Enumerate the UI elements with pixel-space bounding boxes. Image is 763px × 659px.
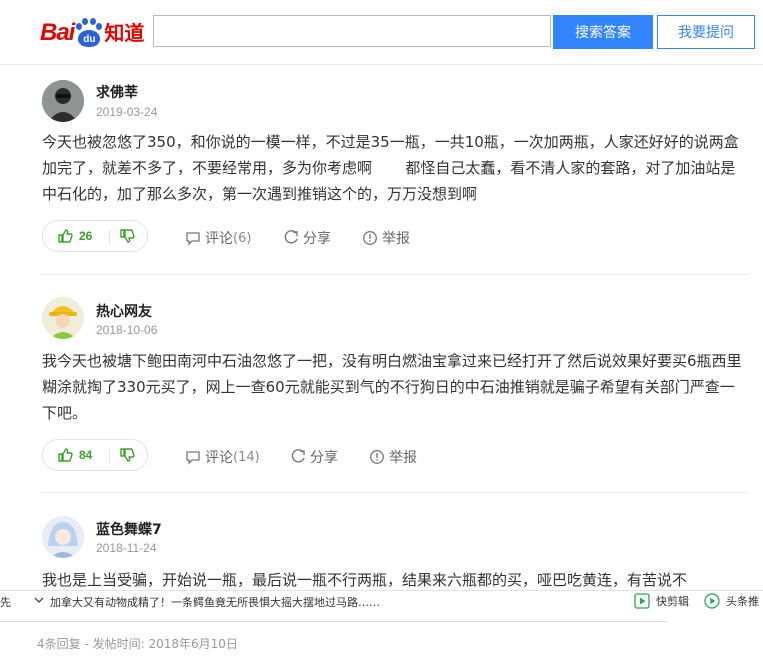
quick-edit-label: 快剪辑 bbox=[656, 595, 689, 608]
search-input[interactable] bbox=[153, 15, 551, 47]
logo-text-du: du bbox=[78, 30, 101, 47]
report-label: 举报 bbox=[382, 231, 410, 247]
comment-button[interactable]: 评论 (6) bbox=[185, 228, 251, 248]
answer-item: 蓝色舞蝶7 2018-11-24 我也是上当受骗，开始说一瓶，最后说一瓶不行两瓶… bbox=[42, 516, 748, 590]
answer-date: 2018-11-24 bbox=[96, 541, 157, 555]
username[interactable]: 蓝色舞蝶7 bbox=[96, 519, 162, 539]
thumb-up-icon bbox=[58, 229, 73, 243]
comment-count: (14) bbox=[233, 449, 260, 465]
like-button[interactable]: 84 bbox=[57, 447, 92, 463]
video-play-icon bbox=[634, 593, 650, 609]
dislike-button[interactable] bbox=[119, 447, 135, 467]
vote-box: 84 bbox=[42, 439, 148, 471]
comment-label: 评论 bbox=[205, 231, 233, 247]
thumb-up-icon bbox=[58, 448, 73, 462]
report-button[interactable]: 举报 bbox=[362, 228, 410, 248]
username[interactable]: 热心网友 bbox=[96, 301, 152, 321]
answer-item: 热心网友 2018-10-06 我今天也被塘下鲍田南河中石油忽悠了一把，没有明白… bbox=[42, 297, 748, 493]
paw-icon: du bbox=[75, 18, 103, 48]
like-button[interactable]: 26 bbox=[57, 228, 92, 244]
thumb-down-icon bbox=[120, 229, 135, 243]
comment-icon bbox=[186, 232, 200, 246]
quick-edit-button[interactable]: 快剪辑 bbox=[634, 593, 689, 609]
share-label: 分享 bbox=[303, 231, 331, 247]
logo-text-zhidao: 知道 bbox=[104, 21, 145, 45]
divider bbox=[42, 274, 748, 275]
answer-item: 求佛莘 2019-03-24 今天也被忽悠了350，和你说的一模一样，不过是35… bbox=[42, 78, 748, 275]
ask-question-button[interactable]: 我要提问 bbox=[657, 15, 755, 49]
comment-count: (6) bbox=[233, 230, 252, 246]
search-answer-button[interactable]: 搜索答案 bbox=[553, 15, 653, 49]
answer-content: 今天也被忽悠了350，和你说的一模一样，不过是35一瓶，一共10瓶，一次加两瓶，… bbox=[42, 133, 739, 203]
report-label: 举报 bbox=[389, 450, 417, 466]
report-button[interactable]: 举报 bbox=[369, 447, 417, 467]
answer-date: 2018-10-06 bbox=[96, 323, 158, 337]
news-ticker: 先 加拿大又有动物成精了！一条鳄鱼竟无所畏惧大摇大摆地过马路…… 快剪辑 头条推 bbox=[0, 590, 763, 611]
ticker-left-fragment: 先 bbox=[0, 596, 11, 609]
share-button[interactable]: 分享 bbox=[290, 447, 338, 467]
vote-box: 26 bbox=[42, 220, 148, 252]
comment-button[interactable]: 评论 (14) bbox=[185, 447, 260, 467]
toutiao-label: 头条推 bbox=[726, 595, 759, 608]
share-button[interactable]: 分享 bbox=[283, 228, 331, 248]
toutiao-button[interactable]: 头条推 bbox=[704, 593, 759, 609]
logo-text-bai: Bai bbox=[40, 19, 75, 46]
dislike-button[interactable] bbox=[119, 228, 135, 248]
comment-icon bbox=[186, 451, 200, 465]
report-icon bbox=[363, 231, 377, 245]
top-header: Bai du 知道 搜索答案 我要提问 bbox=[0, 0, 763, 65]
baidu-zhidao-logo[interactable]: Bai du 知道 bbox=[40, 14, 144, 48]
post-info: 4条回复 - 发帖时间: 2018年6月10日 bbox=[37, 637, 238, 651]
comment-label: 评论 bbox=[205, 450, 233, 466]
answer-content: 我也是上当受骗，开始说一瓶，最后说一瓶不行两瓶，结果来六瓶都的买，哑巴吃黄连，有… bbox=[42, 571, 688, 589]
footer-divider bbox=[0, 621, 666, 622]
username[interactable]: 求佛莘 bbox=[96, 82, 138, 102]
share-icon bbox=[291, 449, 305, 463]
thumb-down-icon bbox=[120, 448, 135, 462]
avatar[interactable] bbox=[42, 297, 84, 339]
avatar[interactable] bbox=[42, 516, 84, 558]
answer-content: 我今天也被塘下鲍田南河中石油忽悠了一把，没有明白燃油宝拿过来已经打开了然后说效果… bbox=[42, 352, 742, 422]
chevron-down-icon[interactable] bbox=[34, 593, 44, 610]
like-count: 84 bbox=[79, 448, 93, 462]
divider bbox=[42, 492, 748, 493]
avatar[interactable] bbox=[42, 80, 84, 122]
report-icon bbox=[370, 450, 384, 464]
share-label: 分享 bbox=[310, 450, 338, 466]
share-icon bbox=[284, 230, 298, 244]
like-count: 26 bbox=[79, 229, 93, 243]
answer-date: 2019-03-24 bbox=[96, 105, 158, 119]
ticker-news-link[interactable]: 加拿大又有动物成精了！一条鳄鱼竟无所畏惧大摇大摆地过马路…… bbox=[50, 594, 380, 610]
play-circle-icon bbox=[704, 593, 720, 609]
